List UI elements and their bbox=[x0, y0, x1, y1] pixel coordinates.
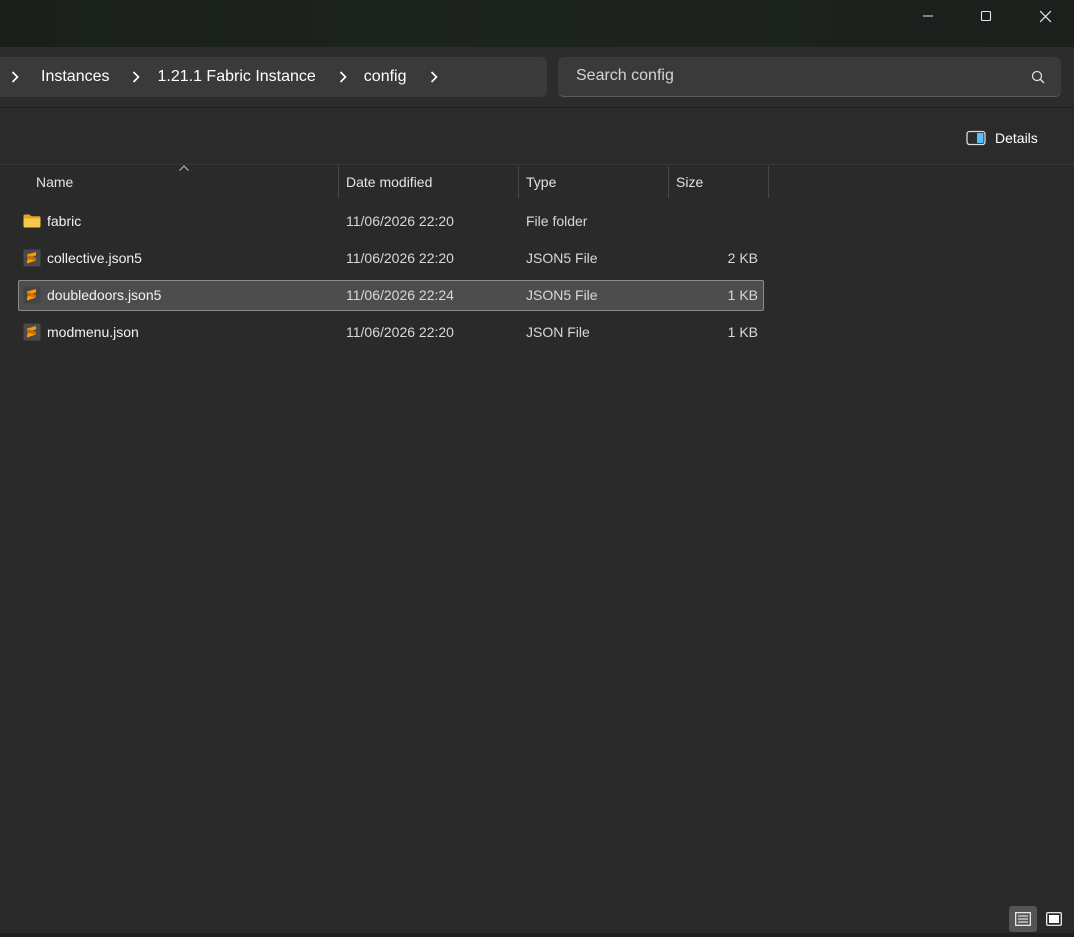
file-name: fabric bbox=[47, 213, 82, 229]
window-bottom-edge bbox=[0, 933, 1074, 937]
details-view-button[interactable] bbox=[1009, 906, 1037, 932]
details-view-icon bbox=[1015, 912, 1031, 926]
file-type: File folder bbox=[526, 213, 588, 229]
address-row: Instances 1.21.1 Fabric Instance config … bbox=[0, 47, 1074, 108]
close-icon bbox=[1039, 10, 1051, 22]
maximize-icon bbox=[980, 10, 992, 22]
search-box[interactable]: Search config bbox=[558, 57, 1061, 97]
breadcrumb[interactable]: Instances 1.21.1 Fabric Instance config bbox=[0, 57, 547, 97]
search-icon[interactable] bbox=[1031, 70, 1045, 84]
chevron-right-icon[interactable] bbox=[7, 69, 23, 85]
breadcrumb-item-config[interactable]: config bbox=[364, 68, 407, 86]
column-header-type[interactable]: Type bbox=[526, 166, 556, 198]
minimize-button[interactable] bbox=[905, 0, 951, 32]
file-date: 11/06/2026 22:20 bbox=[346, 213, 454, 229]
sublime-file-icon bbox=[22, 244, 42, 272]
column-divider[interactable] bbox=[518, 166, 519, 198]
file-name: doubledoors.json5 bbox=[47, 287, 162, 303]
column-header-name[interactable]: Name bbox=[36, 166, 73, 198]
column-divider[interactable] bbox=[668, 166, 669, 198]
file-date: 11/06/2026 22:24 bbox=[346, 287, 454, 303]
large-icons-view-button[interactable] bbox=[1040, 906, 1068, 932]
sublime-file-icon bbox=[22, 281, 42, 309]
file-name: modmenu.json bbox=[47, 324, 139, 340]
breadcrumb-item-instance[interactable]: 1.21.1 Fabric Instance bbox=[157, 68, 315, 86]
command-bar: Details bbox=[0, 108, 1074, 165]
file-size: 2 KB bbox=[727, 250, 758, 266]
chevron-right-icon[interactable] bbox=[128, 69, 144, 85]
file-type: JSON5 File bbox=[526, 287, 598, 303]
file-size: 1 KB bbox=[727, 287, 758, 303]
file-type: JSON5 File bbox=[526, 250, 598, 266]
chevron-right-icon[interactable] bbox=[335, 69, 351, 85]
breadcrumb-item-instances[interactable]: Instances bbox=[41, 68, 109, 86]
file-row-selected[interactable]: doubledoors.json5 11/06/2026 22:24 JSON5… bbox=[18, 280, 764, 311]
search-input[interactable]: Search config bbox=[576, 67, 674, 85]
details-label: Details bbox=[995, 130, 1038, 146]
sublime-file-icon bbox=[22, 318, 42, 346]
close-button[interactable] bbox=[1022, 0, 1068, 32]
minimize-icon bbox=[923, 15, 933, 17]
column-header-size[interactable]: Size bbox=[676, 166, 703, 198]
sort-ascending-icon bbox=[179, 165, 189, 171]
large-icons-view-icon bbox=[1046, 912, 1062, 926]
file-row[interactable]: collective.json5 11/06/2026 22:20 JSON5 … bbox=[18, 244, 764, 274]
file-size: 1 KB bbox=[727, 324, 758, 340]
file-name: collective.json5 bbox=[47, 250, 142, 266]
chevron-right-icon[interactable] bbox=[426, 69, 442, 85]
file-date: 11/06/2026 22:20 bbox=[346, 324, 454, 340]
file-type: JSON File bbox=[526, 324, 590, 340]
file-row[interactable]: modmenu.json 11/06/2026 22:20 JSON File … bbox=[18, 318, 764, 348]
file-date: 11/06/2026 22:20 bbox=[346, 250, 454, 266]
title-bar bbox=[0, 0, 1074, 47]
column-divider[interactable] bbox=[768, 166, 769, 198]
file-row[interactable]: fabric 11/06/2026 22:20 File folder bbox=[18, 207, 764, 237]
column-divider[interactable] bbox=[338, 166, 339, 198]
folder-icon bbox=[22, 207, 42, 235]
maximize-button[interactable] bbox=[963, 0, 1009, 32]
details-pane-icon bbox=[966, 130, 986, 146]
file-list: Name Date modified Type Size fabric 11/0… bbox=[0, 165, 1074, 937]
column-header-date[interactable]: Date modified bbox=[346, 166, 432, 198]
details-pane-button[interactable]: Details bbox=[966, 126, 1038, 150]
